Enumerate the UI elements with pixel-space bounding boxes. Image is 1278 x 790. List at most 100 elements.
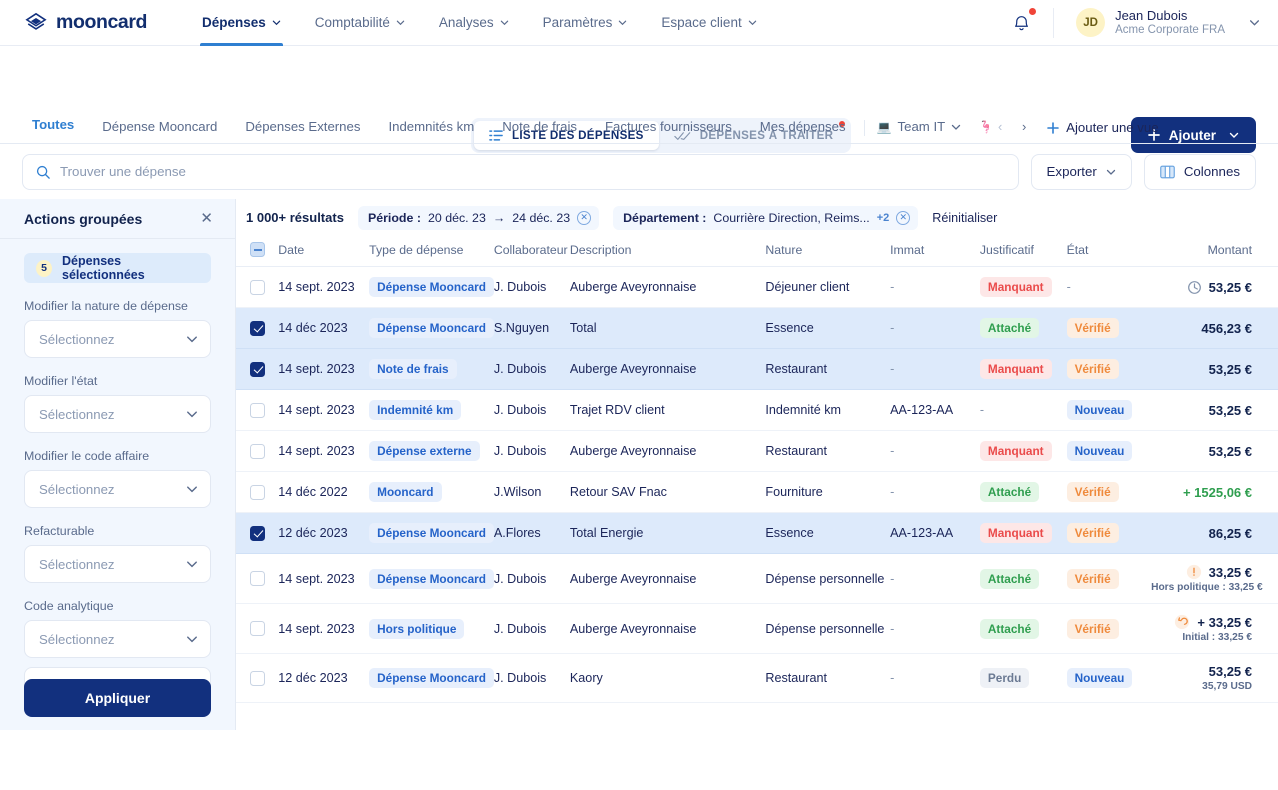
row-checkbox[interactable] (250, 279, 265, 295)
select-code-analytique[interactable]: Sélectionnez (24, 620, 211, 658)
search-box[interactable] (22, 153, 1019, 190)
cell-justificatif: Attaché (979, 471, 1067, 513)
apply-button[interactable]: Appliquer (24, 679, 211, 717)
select-all-checkbox[interactable] (250, 242, 265, 257)
tab-custom-view-truncated[interactable]: 🦩 (967, 120, 989, 143)
nav-item-parametres[interactable]: Paramètres (526, 0, 645, 46)
tabs-next-button[interactable]: › (1013, 115, 1035, 137)
tab-label: Mes dépenses (759, 119, 846, 134)
column-header-date[interactable]: Date (278, 236, 370, 267)
row-checkbox[interactable] (250, 484, 265, 500)
row-select-cell[interactable] (236, 553, 279, 604)
type-badge: Dépense Mooncard (369, 668, 494, 688)
nav-item-comptabilite[interactable]: Comptabilité (298, 0, 422, 46)
tab-indemnites-km[interactable]: Indemnités km (374, 120, 488, 143)
table-row[interactable]: 14 sept. 2023 Dépense externe J. Dubois Aub… (236, 430, 1278, 472)
row-select-cell[interactable] (236, 430, 279, 472)
export-button[interactable]: Exporter (1030, 153, 1132, 190)
type-badge: Dépense Mooncard (369, 523, 494, 543)
filters-bar: 1 000+ résultats Période : 20 déc. 23 → … (236, 199, 1278, 236)
row-select-cell[interactable] (236, 603, 279, 654)
remove-filter-icon[interactable]: ✕ (896, 210, 911, 225)
selected-label: Dépenses sélectionnées (62, 254, 145, 282)
cell-etat: Vérifié (1066, 307, 1152, 349)
tab-note-de-frais[interactable]: Note de frais (488, 120, 591, 143)
search-input[interactable] (60, 164, 1005, 179)
column-header-etat[interactable]: État (1066, 236, 1152, 267)
refund-icon (1175, 614, 1190, 630)
row-select-cell[interactable] (236, 471, 279, 513)
tab-mes-depenses[interactable]: Mes dépenses (746, 120, 860, 143)
table-row[interactable]: 12 déc 2023 Dépense Mooncard J. Dubois Kaor… (236, 653, 1278, 703)
table-row[interactable]: 12 déc 2023 Dépense Mooncard A.Flores Total… (236, 512, 1278, 554)
table-row[interactable]: 14 sept. 2023 Dépense Mooncard J. Dubois Au… (236, 553, 1278, 604)
reset-filters-button[interactable]: Réinitialiser (932, 211, 997, 225)
remove-filter-icon[interactable]: ✕ (577, 210, 592, 225)
table-row[interactable]: 14 sept. 2023 Dépense Mooncard J. Dubois Au… (236, 266, 1278, 308)
user-menu[interactable]: JD Jean Dubois Acme Corporate FRA (1054, 8, 1260, 38)
etat-badge: Nouveau (1066, 400, 1133, 420)
table-row[interactable]: 14 sept. 2023 Note de frais J. Dubois Auber… (236, 348, 1278, 390)
column-header-collaborateur[interactable]: Collaborateur (493, 236, 570, 267)
row-checkbox[interactable] (250, 320, 265, 336)
column-header-montant[interactable]: Montant (1151, 236, 1278, 267)
filter-chip-periode[interactable]: Période : 20 déc. 23 → 24 déc. 23 ✕ (357, 205, 600, 230)
column-header-immat[interactable]: Immat (890, 236, 980, 267)
columns-button[interactable]: Colonnes (1143, 153, 1256, 190)
justificatif-badge: Manquant (979, 359, 1052, 379)
cell-justificatif: Manquant (979, 266, 1067, 308)
cell-immat: - (890, 348, 980, 390)
columns-icon (1159, 165, 1175, 178)
row-select-cell[interactable] (236, 653, 279, 703)
select-etat[interactable]: Sélectionnez (24, 395, 211, 433)
tab-factures-fournisseurs[interactable]: Factures fournisseurs (591, 120, 746, 143)
amount-value: 53,25 € (1208, 279, 1252, 295)
select-nature-de-depense[interactable]: Sélectionnez (24, 320, 211, 358)
select-code-affaire[interactable]: Sélectionnez (24, 470, 211, 508)
add-view-button[interactable]: Ajouter une vue (1035, 120, 1168, 143)
column-header-nature[interactable]: Nature (765, 236, 891, 267)
tab-label: Dépenses Externes (245, 119, 361, 134)
user-organization: Acme Corporate FRA (1115, 23, 1225, 36)
etat-badge: Nouveau (1066, 441, 1133, 461)
row-select-cell[interactable] (236, 512, 279, 554)
select-refacturable[interactable]: Sélectionnez (24, 545, 211, 583)
type-badge: Hors politique (369, 618, 465, 639)
tabs-prev-button[interactable]: ‹ (989, 115, 1011, 137)
column-header-type[interactable]: Type de dépense (369, 236, 494, 267)
table-row[interactable]: 14 sept. 2023 Hors politique J. Dubois Aube… (236, 603, 1278, 654)
cell-collaborateur: J. Dubois (493, 653, 570, 703)
table-row[interactable]: 14 sept. 2023 Indemnité km J. Dubois Trajet… (236, 389, 1278, 431)
row-checkbox[interactable] (250, 361, 265, 377)
row-checkbox[interactable] (250, 525, 265, 541)
row-select-cell[interactable] (236, 348, 279, 390)
nav-item-depenses[interactable]: Dépenses (185, 0, 298, 46)
column-header-description[interactable]: Description (569, 236, 766, 267)
tab-depense-mooncard[interactable]: Dépense Mooncard (88, 120, 231, 143)
row-select-cell[interactable] (236, 266, 279, 308)
table-row[interactable]: 14 déc 2023 Dépense Mooncard S.Nguyen Total… (236, 307, 1278, 349)
table-row[interactable]: 14 déc 2022 Mooncard J.Wilson Retour SAV Fn… (236, 471, 1278, 513)
type-badge: Indemnité km (369, 400, 462, 420)
row-checkbox[interactable] (250, 443, 265, 459)
tab-label: Note de frais (502, 119, 577, 134)
close-icon[interactable]: ✕ (200, 211, 213, 226)
tab-toutes[interactable]: Toutes (18, 118, 89, 143)
row-checkbox[interactable] (250, 621, 265, 636)
notifications-button[interactable] (990, 7, 1053, 33)
tab-custom-view-team-it[interactable]: 💻 Team IT (869, 120, 968, 143)
row-select-cell[interactable] (236, 389, 279, 431)
row-checkbox[interactable] (250, 571, 265, 586)
chevron-down-icon (187, 561, 197, 568)
nav-item-analyses[interactable]: Analyses (422, 0, 526, 46)
row-checkbox[interactable] (250, 670, 265, 686)
row-checkbox[interactable] (250, 402, 265, 418)
type-badge: Mooncard (369, 482, 442, 502)
filter-chip-departement[interactable]: Département : Courrière Direction, Reims… (613, 205, 919, 230)
nav-item-espace-client[interactable]: Espace client (644, 0, 773, 46)
cell-justificatif: Manquant (979, 348, 1067, 390)
tab-depenses-externes[interactable]: Dépenses Externes (231, 120, 374, 143)
row-select-cell[interactable] (236, 307, 279, 349)
brand-logo-link[interactable]: mooncard (0, 11, 185, 34)
column-header-justificatif[interactable]: Justificatif (979, 236, 1067, 267)
